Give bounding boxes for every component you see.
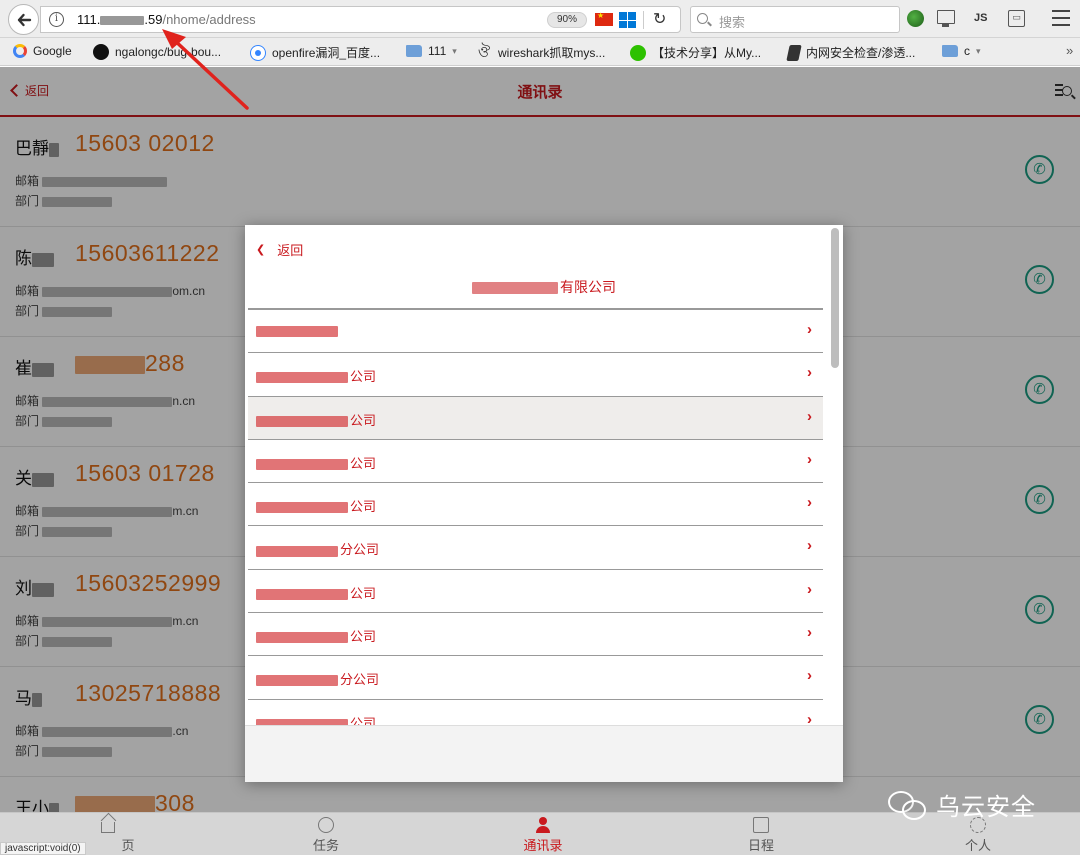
windows-icon[interactable] [619,12,636,28]
chevron-right-icon: › [807,321,812,338]
company-list-item[interactable]: 公司 › [248,613,823,657]
china-flag-icon[interactable] [595,11,613,26]
chevron-right-icon: › [807,364,812,382]
chevron-right-icon: › [807,667,812,685]
omega-icon: ঔ [477,43,491,61]
shield-extension-icon[interactable] [907,10,924,27]
chevron-right-icon: › [807,710,812,725]
monitor-icon[interactable] [937,10,955,27]
folder-icon [942,45,958,57]
dialog-title: 有限公司 [245,277,843,297]
flag-icon [786,44,802,61]
company-name: 公司 [256,453,376,472]
chevron-left-icon: ❮ [256,244,266,256]
tab-profile[interactable]: 个人 [933,817,1023,854]
bookmarks-overflow-button[interactable]: » [1066,43,1073,58]
chevron-right-icon: › [807,407,812,425]
reader-icon[interactable]: ▭ [1008,10,1025,27]
zoom-badge[interactable]: 90% [547,12,588,28]
browser-back-button[interactable] [8,4,39,35]
tab-tasks[interactable]: 任务 [281,817,371,854]
status-bar-url: javascript:void(0) [0,842,86,855]
company-list-item[interactable]: 公司 › [248,570,823,614]
arrow-left-icon [17,13,31,26]
company-list-item[interactable]: 公司 › [248,353,823,397]
user-icon [535,817,551,833]
bookmark-baidu[interactable]: openfire漏洞_百度... [250,44,380,61]
bookmarks-bar: Google ngalongc/bug-bou... openfire漏洞_百度… [0,38,1080,66]
tab-schedule[interactable]: 日程 [716,817,806,854]
chevron-right-icon: › [807,450,812,468]
company-name: 分公司 [256,539,379,558]
company-list-item[interactable]: 公司 › [248,483,823,527]
company-name: 公司 [256,410,376,429]
chevron-right-icon: › [807,537,812,555]
company-name: 公司 [256,366,376,385]
tab-contacts[interactable]: 通讯录 [498,817,588,854]
search-icon [697,13,708,24]
company-list-item[interactable]: 分公司 › [248,656,823,700]
clock-icon [318,817,334,833]
bookmark-github[interactable]: ngalongc/bug-bou... [93,44,221,60]
company-list: › 公司 › 公司 › 公司 › 公司 › 分公司 › 公司 › 公司 › 分公司 › 公司 › [248,308,823,725]
company-list-item[interactable]: 公司 › [248,440,823,484]
company-list-item[interactable]: 公司 › [248,700,823,725]
chevron-right-icon: › [807,580,812,598]
company-picker-dialog: ❮ 返回 有限公司 › 公司 › 公司 › 公司 › 公司 › 分公司 › 公司 › 公司 › … [245,225,843,782]
company-list-item[interactable]: › [248,310,823,354]
bookmark-security[interactable]: 内网安全检查/渗透... [786,44,915,61]
bookmark-folder-c[interactable]: c ▾ [942,44,981,58]
browser-toolbar: i 111..59/nhome/address 90% ↻ 搜索 JS ▭ [0,0,1080,38]
bookmark-folder-111[interactable]: 111 ▾ [406,44,457,58]
address-bar[interactable]: i 111..59/nhome/address 90% ↻ [40,6,681,33]
watermark-text: 乌云安全 [936,794,1036,821]
bookmark-wechat[interactable]: 【技术分享】从My... [630,44,761,61]
js-extension[interactable]: JS [974,12,987,24]
search-placeholder: 搜索 [719,15,746,30]
company-name [256,323,340,338]
company-list-item[interactable]: 分公司 › [248,526,823,570]
company-name: 公司 [256,496,376,515]
dialog-scrollbar[interactable] [831,228,839,368]
home-icon [101,822,115,833]
folder-icon [406,45,422,57]
bookmark-wireshark[interactable]: ঔ wireshark抓取mys... [476,43,606,61]
url-path: /nhome/address [162,12,256,27]
bookmark-google[interactable]: Google [13,44,72,58]
company-name: 分公司 [256,669,379,688]
url-text: 111. .59/nhome/address [77,12,256,27]
baidu-icon [250,44,266,61]
info-icon[interactable]: i [49,12,64,27]
chevron-right-icon: › [807,624,812,642]
reload-icon[interactable]: ↻ [653,9,666,29]
chevron-right-icon: › [807,494,812,512]
dialog-back-button[interactable]: ❮ 返回 [256,240,303,259]
company-name: 公司 [256,713,376,725]
hamburger-menu-icon[interactable] [1052,10,1070,26]
search-input[interactable]: 搜索 [690,6,900,33]
dialog-footer [245,725,843,782]
watermark: 乌云安全 [888,787,1036,822]
company-list-item[interactable]: 公司 › [248,396,823,440]
company-name: 公司 [256,626,376,645]
github-icon [93,44,109,60]
urlbar-divider [643,11,644,29]
wechat-icon [630,44,646,61]
calendar-icon [753,817,769,833]
google-icon [13,44,27,58]
wechat-logo-icon [888,789,928,821]
company-name: 公司 [256,583,376,602]
